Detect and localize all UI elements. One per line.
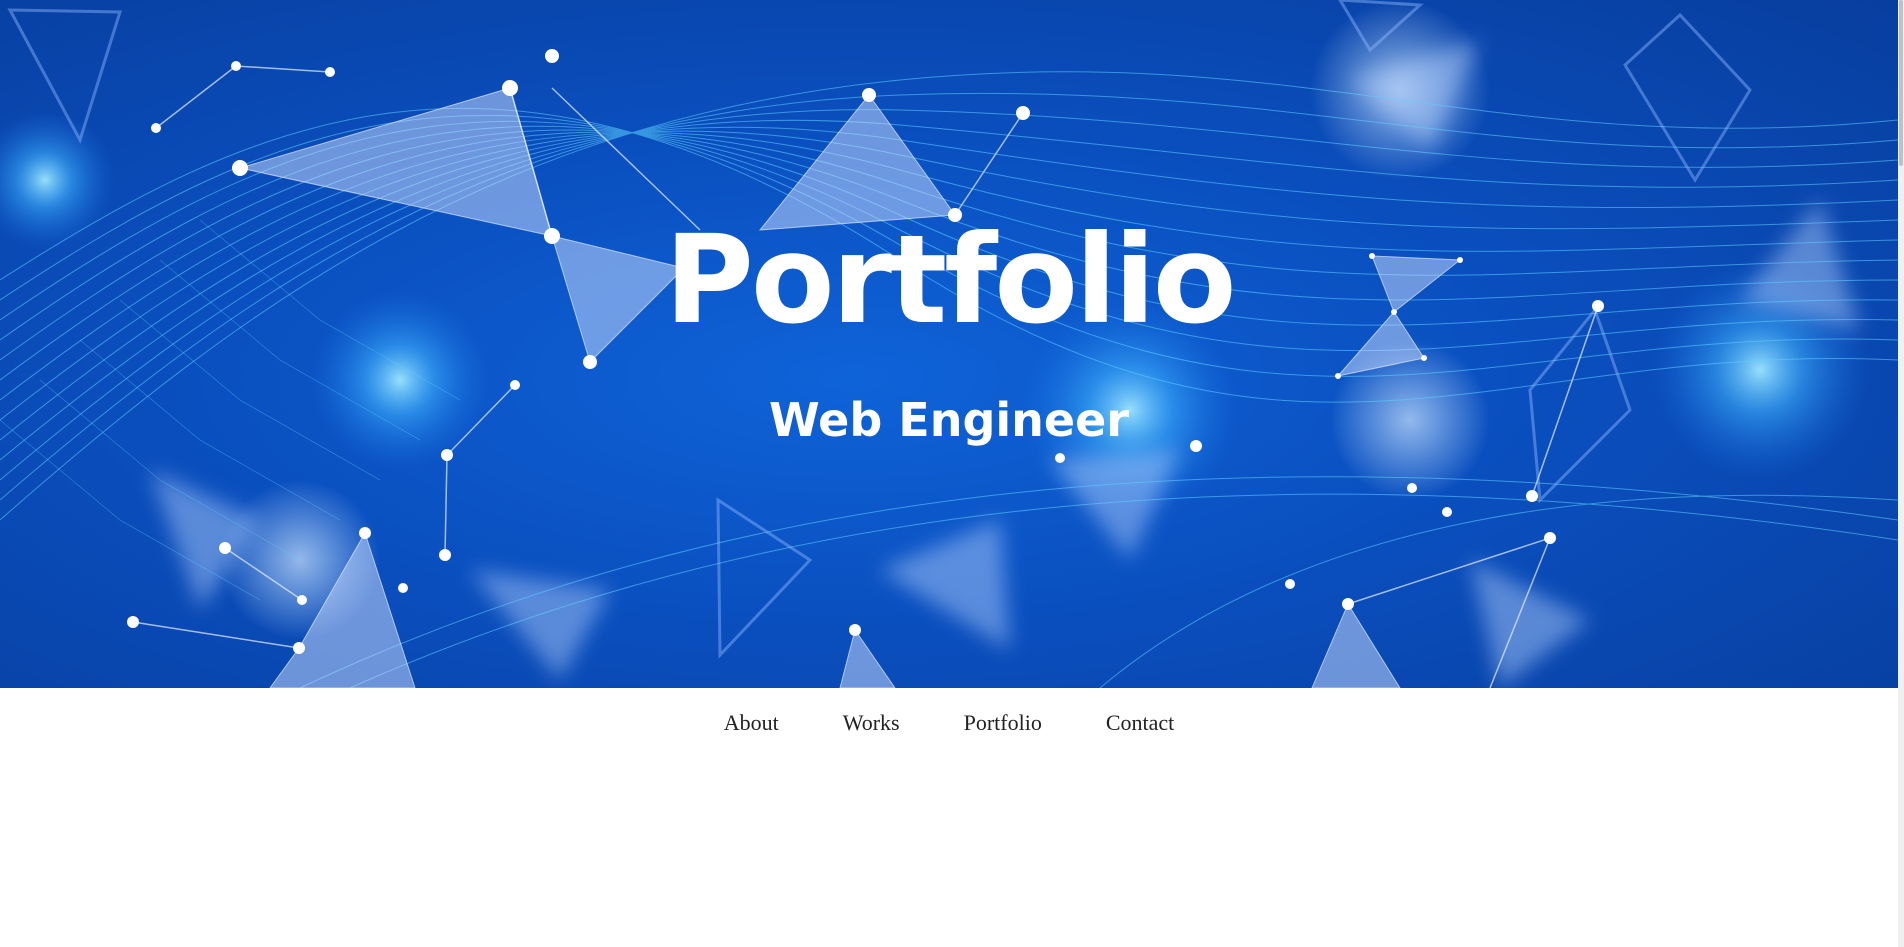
page-scrollbar[interactable] <box>1898 0 1904 947</box>
hero-section: Portfolio Web Engineer <box>0 0 1898 688</box>
page: Portfolio Web Engineer About Works Portf… <box>0 0 1904 947</box>
nav-link-about[interactable]: About <box>692 703 811 743</box>
nav-link-portfolio[interactable]: Portfolio <box>932 703 1074 743</box>
page-subtitle: Web Engineer <box>769 393 1129 447</box>
scrollbar-thumb[interactable] <box>1899 0 1903 166</box>
nav-link-works[interactable]: Works <box>811 703 932 743</box>
main-nav: About Works Portfolio Contact <box>0 688 1898 758</box>
nav-link-contact[interactable]: Contact <box>1074 703 1206 743</box>
page-title: Portfolio <box>664 209 1236 351</box>
